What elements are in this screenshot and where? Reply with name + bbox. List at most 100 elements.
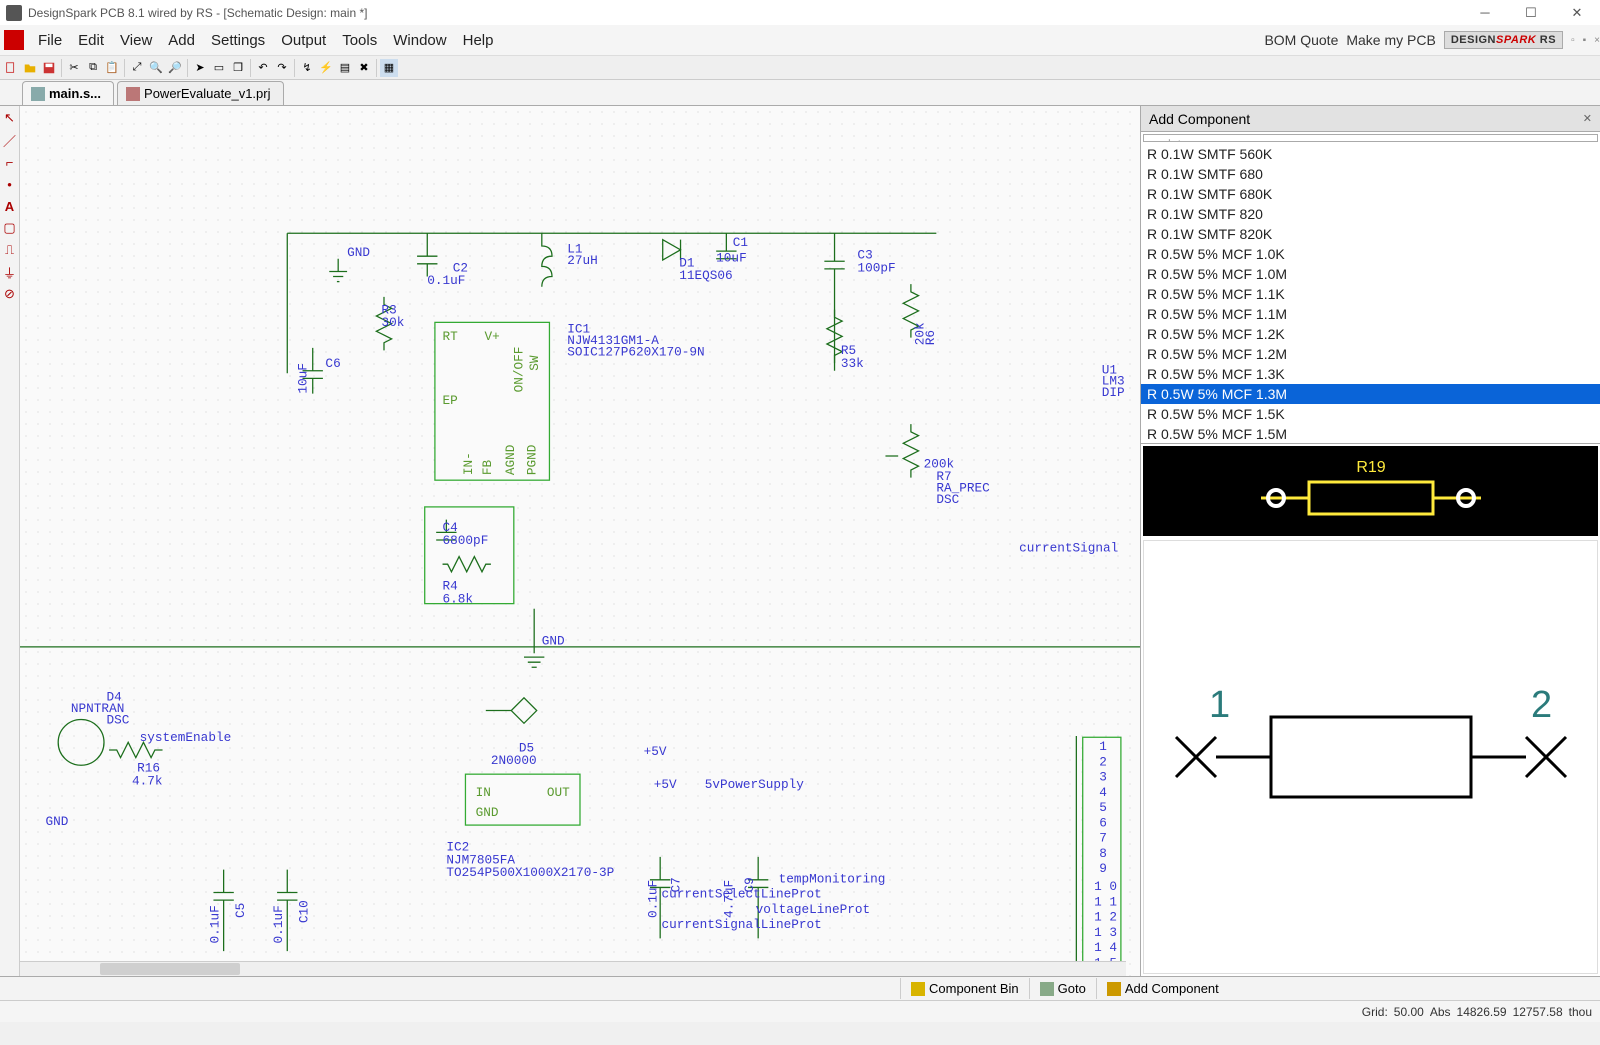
list-item[interactable]: R 0.5W 5% MCF 1.1K [1141, 284, 1600, 304]
scrollbar-thumb[interactable] [100, 963, 240, 975]
svg-text:1 4: 1 4 [1094, 940, 1117, 955]
lbl-d4d: DSC [107, 712, 130, 727]
tool-redo-icon[interactable]: ↷ [273, 59, 291, 77]
vtool-bus-icon[interactable]: ⎍ [2, 242, 18, 258]
lbl-vlp: voltageLineProt [756, 902, 870, 917]
list-item[interactable]: R 0.1W SMTF 820K [1141, 224, 1600, 244]
tool-paste-icon[interactable]: 📋 [103, 59, 121, 77]
lbl-cslp: currentSignalLineProt [662, 917, 822, 932]
vtool-line-icon[interactable]: ／ [2, 132, 18, 148]
tool-layers-icon[interactable]: ❒ [229, 59, 247, 77]
tool-doc-icon[interactable]: ▤ [336, 59, 354, 77]
svg-text:1 1: 1 1 [1094, 894, 1117, 909]
lbl-ic2-gnd: GND [476, 805, 499, 820]
list-item[interactable]: R 0.1W SMTF 560K [1141, 144, 1600, 164]
tool-fit-icon[interactable]: ⤢ [128, 59, 146, 77]
vtool-select-icon[interactable]: ↖ [2, 110, 18, 126]
lbl-ic1-pgnd: PGND [524, 445, 539, 476]
svg-text:5: 5 [1099, 800, 1107, 815]
list-item[interactable]: R 0.5W 5% MCF 1.5K [1141, 404, 1600, 424]
tab-component-bin[interactable]: Component Bin [900, 978, 1029, 999]
component-list[interactable]: R 0.1W SMTF 560K R 0.1W SMTF 680 R 0.1W … [1141, 144, 1600, 444]
tool-undo-icon[interactable]: ↶ [254, 59, 272, 77]
vtool-component-icon[interactable]: ▢ [2, 220, 18, 236]
tool-copy-icon[interactable]: ⧉ [84, 59, 102, 77]
lbl-ic1-agnd: AGND [503, 445, 518, 476]
lbl-c6v: 10uF [295, 363, 310, 394]
tool-zoom-in-icon[interactable]: 🔍 [147, 59, 165, 77]
lbl-ic2-in: IN [476, 785, 491, 800]
list-item[interactable]: R 0.5W 5% MCF 1.1M [1141, 304, 1600, 324]
tab-project[interactable]: PowerEvaluate_v1.prj [117, 81, 283, 105]
list-item[interactable]: R 0.5W 5% MCF 1.3K [1141, 364, 1600, 384]
lbl-c7v: 0.1uF [645, 880, 660, 918]
list-item[interactable]: R 0.5W 5% MCF 1.3M [1141, 384, 1600, 404]
lbl-ic1f: SOIC127P620X170-9N [567, 344, 704, 359]
add-component-icon [1107, 982, 1121, 996]
menu-output[interactable]: Output [273, 28, 334, 53]
menu-file[interactable]: File [30, 28, 70, 53]
mdi-restore-icon[interactable]: ▪ [1583, 35, 1587, 46]
list-item[interactable]: R 0.5W 5% MCF 1.0K [1141, 244, 1600, 264]
menu-settings[interactable]: Settings [203, 28, 273, 53]
tool-open-icon[interactable] [21, 59, 39, 77]
list-item[interactable]: R 0.1W SMTF 680K [1141, 184, 1600, 204]
vtool-power-icon[interactable]: ⏚ [2, 264, 18, 280]
list-item[interactable]: R 0.5W 5% MCF 1.2K [1141, 324, 1600, 344]
menu-help[interactable]: Help [455, 28, 502, 53]
component-bin-icon [911, 982, 925, 996]
menu-add[interactable]: Add [160, 28, 203, 53]
list-item[interactable]: R 0.5W 5% MCF 1.2M [1141, 344, 1600, 364]
tool-delete-icon[interactable]: ✖ [355, 59, 373, 77]
minimize-button[interactable]: ─ [1462, 0, 1508, 25]
close-button[interactable]: ✕ [1554, 0, 1600, 25]
link-make-my-pcb[interactable]: Make my PCB [1346, 32, 1435, 48]
app-logo-icon [4, 30, 24, 50]
tab-main[interactable]: main.s... [22, 81, 114, 105]
maximize-button[interactable]: ☐ [1508, 0, 1554, 25]
vtool-text-icon[interactable]: A [2, 198, 18, 214]
app-icon [6, 5, 22, 21]
label-add-component: Add Component [1125, 981, 1219, 996]
tool-save-icon[interactable] [40, 59, 58, 77]
link-bom-quote[interactable]: BOM Quote [1264, 32, 1338, 48]
vtool-wire-icon[interactable]: ⌐ [2, 154, 18, 170]
lbl-r7d: DSC [936, 492, 959, 507]
lbl-p5v2: +5V [654, 777, 677, 792]
panel-close-icon[interactable]: ✕ [1583, 112, 1592, 125]
tool-zoom-out-icon[interactable]: 🔎 [166, 59, 184, 77]
vtool-junction-icon[interactable]: • [2, 176, 18, 192]
bottom-tab-bar: Component Bin Goto Add Component [0, 976, 1600, 1000]
lbl-sys-enable: systemEnable [140, 730, 232, 745]
tool-highlight-icon[interactable]: ▦ [380, 59, 398, 77]
vtool-prohibit-icon[interactable]: ⊘ [2, 286, 18, 302]
menu-view[interactable]: View [112, 28, 160, 53]
tool-arrow-icon[interactable]: ➤ [191, 59, 209, 77]
schematic-canvas[interactable]: GND C2 0.1uF R3 30k C6 10uF L1 27uH D1 1… [20, 106, 1140, 976]
menu-tools[interactable]: Tools [334, 28, 385, 53]
menu-edit[interactable]: Edit [70, 28, 112, 53]
horizontal-scrollbar[interactable] [20, 961, 1126, 976]
tool-select-icon[interactable]: ▭ [210, 59, 228, 77]
tab-goto[interactable]: Goto [1029, 978, 1096, 999]
tool-net-icon[interactable]: ⚡ [317, 59, 335, 77]
component-search-input[interactable]: resistor [1143, 134, 1598, 142]
svg-text:1: 1 [1099, 739, 1107, 754]
mdi-minimize-icon[interactable]: ▫ [1571, 35, 1575, 46]
svg-text:3: 3 [1099, 770, 1107, 785]
tool-route-icon[interactable]: ↯ [298, 59, 316, 77]
tab-add-component[interactable]: Add Component [1096, 978, 1229, 999]
lbl-r5v: 33k [841, 356, 864, 371]
tool-cut-icon[interactable]: ✂ [65, 59, 83, 77]
list-item[interactable]: R 0.1W SMTF 680 [1141, 164, 1600, 184]
lbl-c5v: 0.1uF [208, 905, 223, 943]
tool-new-icon[interactable] [2, 59, 20, 77]
mdi-close-icon[interactable]: × [1594, 35, 1600, 46]
menu-window[interactable]: Window [385, 28, 454, 53]
list-item[interactable]: R 0.5W 5% MCF 1.5M [1141, 424, 1600, 444]
lbl-r4v: 6.8k [443, 591, 474, 606]
brand-suffix: RS [1536, 34, 1556, 46]
svg-text:6: 6 [1099, 815, 1107, 830]
list-item[interactable]: R 0.1W SMTF 820 [1141, 204, 1600, 224]
list-item[interactable]: R 0.5W 5% MCF 1.0M [1141, 264, 1600, 284]
